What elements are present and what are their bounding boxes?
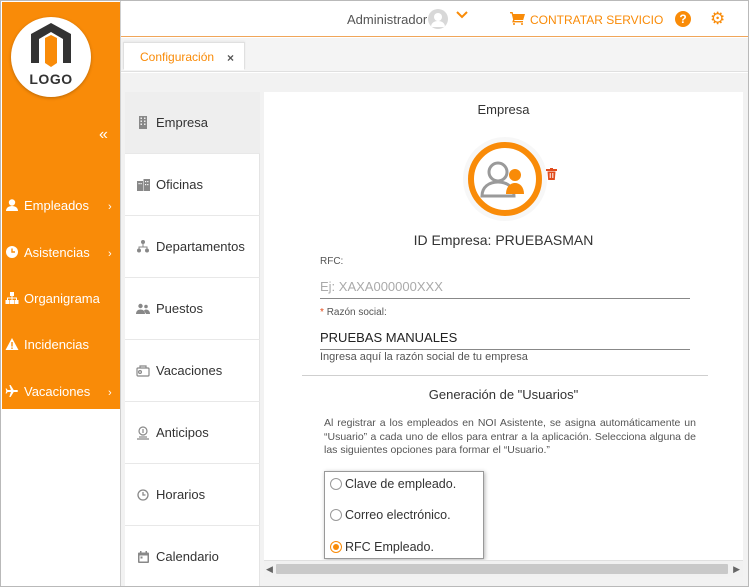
beach-icon: [136, 364, 150, 378]
empresa-panel: Empresa ID Empresa: PRUEBASMAN RFC: * Ra…: [264, 92, 743, 560]
config-submenu: Empresa Oficinas Departamentos Puestos V…: [125, 92, 260, 586]
sidebar-item-organigrama[interactable]: Organigrama: [2, 286, 120, 310]
gear-icon[interactable]: ⚙: [710, 10, 725, 27]
submenu-item-label: Calendario: [156, 549, 219, 564]
section-title: Empresa: [477, 102, 530, 117]
tab-bar: Configuración ×: [121, 38, 748, 72]
collapse-sidebar-icon[interactable]: «: [99, 126, 108, 144]
cart-icon[interactable]: [510, 12, 525, 30]
generacion-title: Generación de "Usuarios": [428, 387, 579, 402]
radio-button[interactable]: [330, 509, 342, 521]
avatar[interactable]: [428, 9, 448, 29]
submenu-item-label: Vacaciones: [156, 363, 223, 378]
horizontal-scrollbar[interactable]: ◀ ▶: [264, 560, 743, 577]
option-correo-electronico[interactable]: Correo electrónico.: [330, 506, 451, 524]
org-chart-icon: [3, 289, 21, 307]
chevron-right-icon: ›: [108, 248, 112, 260]
logo-mark-icon: [31, 23, 71, 67]
chevron-right-icon: ›: [108, 387, 112, 399]
submenu-item-departamentos[interactable]: Departamentos: [125, 216, 260, 278]
sidebar-item-empleados[interactable]: Empleados ›: [2, 193, 120, 217]
people-icon: [136, 302, 150, 316]
submenu-item-calendario[interactable]: Calendario: [125, 526, 260, 586]
hierarchy-icon: [136, 240, 150, 254]
clock-icon: [136, 488, 150, 502]
required-mark: *: [320, 307, 324, 318]
submenu-item-horarios[interactable]: Horarios: [125, 464, 260, 526]
rfc-label: RFC:: [320, 256, 344, 267]
sidebar-item-asistencias[interactable]: Asistencias ›: [2, 240, 120, 264]
warning-icon: [3, 335, 21, 353]
calendar-icon: [136, 550, 150, 564]
sidebar: LOGO « Empleados › Asistencias › Organig…: [2, 2, 120, 409]
submenu-item-label: Puestos: [156, 301, 203, 316]
chevron-down-icon[interactable]: [456, 9, 468, 23]
option-label: Correo electrónico.: [345, 508, 451, 522]
sidebar-item-label: Vacaciones: [24, 383, 91, 399]
scroll-left-icon[interactable]: ◀: [266, 564, 273, 575]
radio-button[interactable]: [330, 478, 342, 490]
submenu-item-vacaciones[interactable]: Vacaciones: [125, 340, 260, 402]
logo: LOGO: [11, 17, 91, 97]
option-label: RFC Empleado.: [345, 540, 434, 554]
divider: [302, 375, 708, 376]
sidebar-item-vacaciones[interactable]: Vacaciones ›: [2, 379, 120, 403]
sidebar-item-incidencias[interactable]: Incidencias: [2, 332, 120, 356]
option-rfc-empleado[interactable]: RFC Empleado.: [330, 538, 434, 556]
submenu-item-oficinas[interactable]: Oficinas: [125, 154, 260, 216]
tab-configuracion[interactable]: Configuración ×: [123, 42, 245, 70]
clock-icon: [3, 243, 21, 261]
close-icon[interactable]: ×: [227, 51, 234, 65]
razon-social-input[interactable]: [320, 326, 690, 350]
airplane-icon: [3, 382, 21, 400]
submenu-item-anticipos[interactable]: Anticipos: [125, 402, 260, 464]
razon-social-helper: Ingresa aquí la razón social de tu empre…: [320, 351, 528, 363]
generacion-description: Al registrar a los empleados en NOI Asis…: [324, 417, 696, 456]
rfc-input[interactable]: [320, 275, 690, 299]
chevron-right-icon: ›: [108, 201, 112, 213]
tab-label: Configuración: [140, 50, 215, 64]
contratar-servicio-link[interactable]: CONTRATAR SERVICIO: [530, 13, 663, 27]
submenu-item-empresa[interactable]: Empresa: [125, 92, 260, 154]
building-icon: [136, 116, 150, 130]
sidebar-item-label: Asistencias: [24, 244, 90, 260]
top-header: Administrador CONTRATAR SERVICIO ? ⚙: [121, 1, 748, 37]
sidebar-item-label: Incidencias: [24, 336, 90, 352]
user-name[interactable]: Administrador: [347, 12, 427, 27]
help-icon[interactable]: ?: [675, 11, 691, 27]
option-clave-empleado[interactable]: Clave de empleado.: [330, 475, 456, 493]
company-id: ID Empresa: PRUEBASMAN: [413, 232, 594, 248]
scroll-thumb[interactable]: [276, 564, 728, 574]
submenu-item-label: Anticipos: [156, 425, 209, 440]
razon-social-label-text: Razón social:: [326, 307, 387, 318]
submenu-item-label: Oficinas: [156, 177, 203, 192]
submenu-item-label: Horarios: [156, 487, 206, 502]
user-icon: [3, 196, 21, 214]
scroll-right-icon[interactable]: ▶: [733, 564, 740, 575]
razon-social-label: * Razón social:: [320, 307, 387, 318]
sidebar-item-label: Organigrama: [24, 290, 100, 306]
coin-hand-icon: [136, 425, 150, 440]
submenu-item-label: Departamentos: [156, 239, 245, 254]
usuario-options: Clave de empleado. Correo electrónico. R…: [324, 471, 484, 559]
submenu-item-label: Empresa: [156, 115, 209, 130]
radio-button-selected[interactable]: [330, 541, 342, 553]
trash-icon[interactable]: [546, 168, 557, 183]
company-avatar[interactable]: [453, 136, 555, 222]
sidebar-item-label: Empleados: [24, 197, 90, 213]
option-label: Clave de empleado.: [345, 477, 457, 491]
app-window: LOGO « Empleados › Asistencias › Organig…: [0, 0, 749, 587]
submenu-item-puestos[interactable]: Puestos: [125, 278, 260, 340]
office-icon: [136, 178, 150, 192]
logo-text: LOGO: [29, 71, 73, 87]
